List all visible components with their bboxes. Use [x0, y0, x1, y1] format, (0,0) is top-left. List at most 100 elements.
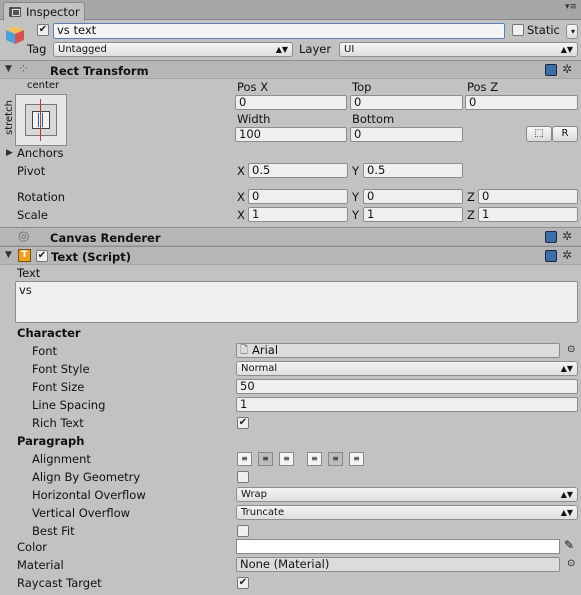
bottom-label: Bottom	[352, 112, 395, 126]
pivot-y-axis: Y	[352, 164, 360, 178]
rotation-x-axis: X	[237, 190, 245, 204]
scale-y-axis: Y	[352, 208, 360, 222]
character-section-title: Character	[17, 326, 81, 340]
gear-icon[interactable]: ✲	[562, 229, 572, 243]
tab-bar	[0, 0, 581, 20]
anchor-h-label: center	[27, 80, 60, 91]
scale-x-axis: X	[237, 208, 245, 222]
scale-label: Scale	[17, 208, 48, 222]
v-overflow-value: Truncate	[241, 507, 285, 518]
text-script-header[interactable]: ▼ T ✔ Text (Script) ✲	[0, 246, 581, 265]
align-left-button[interactable]: ≡	[237, 452, 252, 466]
rect-transform-icon: ⁘	[18, 62, 29, 77]
raycast-checkbox[interactable]: ✔	[237, 577, 249, 589]
rich-text-checkbox[interactable]: ✔	[237, 417, 249, 429]
layer-value: UI	[344, 44, 355, 55]
inspector-tab-icon	[9, 7, 21, 17]
paragraph-section-title: Paragraph	[17, 434, 85, 448]
eyedropper-icon[interactable]: ✎	[564, 538, 574, 552]
collapse-triangle-icon[interactable]: ▼	[5, 64, 12, 74]
rotation-x-input[interactable]: 0	[248, 189, 348, 204]
alignment-label: Alignment	[32, 452, 91, 466]
line-spacing-label: Line Spacing	[32, 398, 106, 412]
h-overflow-dropdown[interactable]: Wrap ▲▼	[236, 487, 578, 502]
pos-x-label: Pos X	[237, 80, 269, 94]
bottom-input[interactable]: 0	[350, 127, 463, 142]
h-overflow-value: Wrap	[241, 489, 268, 500]
align-bottom-button[interactable]: ≡	[349, 452, 364, 466]
scale-z-input[interactable]: 1	[478, 207, 578, 222]
pos-z-input[interactable]: 0	[465, 95, 578, 110]
object-name-input[interactable]: vs text	[53, 23, 505, 39]
pos-x-input[interactable]: 0	[235, 95, 347, 110]
h-overflow-label: Horizontal Overflow	[32, 488, 146, 502]
blueprint-mode-button[interactable]: ⬚	[526, 126, 552, 142]
font-value: Arial	[252, 343, 279, 357]
align-right-button[interactable]: ≡	[279, 452, 294, 466]
static-dropdown[interactable]: ▾	[566, 24, 578, 39]
pos-z-label: Pos Z	[467, 80, 499, 94]
text-enabled-checkbox[interactable]: ✔	[36, 250, 48, 262]
align-middle-button[interactable]: ≡	[328, 452, 343, 466]
canvas-renderer-icon: ◎	[18, 229, 30, 244]
anchor-presets-button[interactable]	[15, 94, 67, 146]
scale-y-input[interactable]: 1	[363, 207, 463, 222]
scale-z-axis: Z	[467, 208, 475, 222]
object-picker-icon[interactable]: ⊙	[567, 344, 575, 355]
anchors-label[interactable]: Anchors	[17, 146, 64, 160]
collapse-triangle-icon[interactable]: ▼	[5, 250, 12, 260]
canvas-renderer-header[interactable]: ◎ Canvas Renderer ✲	[0, 227, 581, 246]
rich-text-label: Rich Text	[32, 416, 84, 430]
help-book-icon[interactable]	[545, 231, 557, 243]
material-object-field[interactable]: None (Material)	[236, 557, 560, 572]
align-center-button[interactable]: ≡	[258, 452, 273, 466]
line-spacing-input[interactable]: 1	[236, 397, 578, 412]
gear-icon[interactable]: ✲	[562, 62, 572, 76]
width-input[interactable]: 100	[235, 127, 347, 142]
best-fit-checkbox[interactable]	[237, 525, 249, 537]
text-area[interactable]: vs	[15, 281, 578, 323]
anchors-fold-icon[interactable]: ▶	[6, 148, 13, 158]
font-size-input[interactable]: 50	[236, 379, 578, 394]
tab-title: Inspector	[26, 5, 80, 19]
tag-dropdown[interactable]: Untagged ▲▼	[53, 42, 293, 57]
align-top-button[interactable]: ≡	[307, 452, 322, 466]
tab-menu-icon[interactable]: ▾≡	[565, 2, 577, 12]
color-label: Color	[17, 540, 48, 554]
rotation-y-input[interactable]: 0	[363, 189, 463, 204]
static-label: Static	[527, 23, 560, 37]
pivot-y-input[interactable]: 0.5	[363, 163, 463, 178]
help-book-icon[interactable]	[545, 250, 557, 262]
object-picker-icon[interactable]: ⊙	[567, 558, 575, 569]
help-book-icon[interactable]	[545, 64, 557, 76]
gear-icon[interactable]: ✲	[562, 248, 572, 262]
static-checkbox[interactable]	[512, 24, 524, 36]
tab-inspector[interactable]: Inspector	[3, 2, 85, 21]
tag-value: Untagged	[58, 44, 107, 55]
font-object-field[interactable]: 🗋 Arial	[236, 343, 560, 358]
text-label: Text	[17, 266, 41, 280]
scale-x-input[interactable]: 1	[248, 207, 348, 222]
text-script-icon: T	[18, 249, 31, 262]
align-geometry-checkbox[interactable]	[237, 471, 249, 483]
color-swatch[interactable]	[236, 539, 560, 554]
top-input[interactable]: 0	[350, 95, 463, 110]
active-checkbox[interactable]: ✔	[37, 24, 49, 36]
text-script-title: Text (Script)	[51, 250, 131, 264]
align-geometry-label: Align By Geometry	[32, 470, 141, 484]
anchor-v-label: stretch	[4, 100, 15, 135]
gameobject-cube-icon	[4, 24, 26, 46]
raw-edit-button[interactable]: R	[552, 126, 578, 142]
rotation-z-input[interactable]: 0	[478, 189, 578, 204]
font-style-dropdown[interactable]: Normal ▲▼	[236, 361, 578, 376]
layer-dropdown[interactable]: UI ▲▼	[339, 42, 578, 57]
rect-transform-header[interactable]: ▼ ⁘ Rect Transform ✲	[0, 60, 581, 79]
v-overflow-dropdown[interactable]: Truncate ▲▼	[236, 505, 578, 520]
font-file-icon: 🗋	[240, 345, 249, 356]
top-label: Top	[352, 80, 372, 94]
rotation-label: Rotation	[17, 190, 66, 204]
font-size-label: Font Size	[32, 380, 85, 394]
material-label: Material	[17, 558, 64, 572]
pivot-x-input[interactable]: 0.5	[248, 163, 348, 178]
v-overflow-label: Vertical Overflow	[32, 506, 131, 520]
